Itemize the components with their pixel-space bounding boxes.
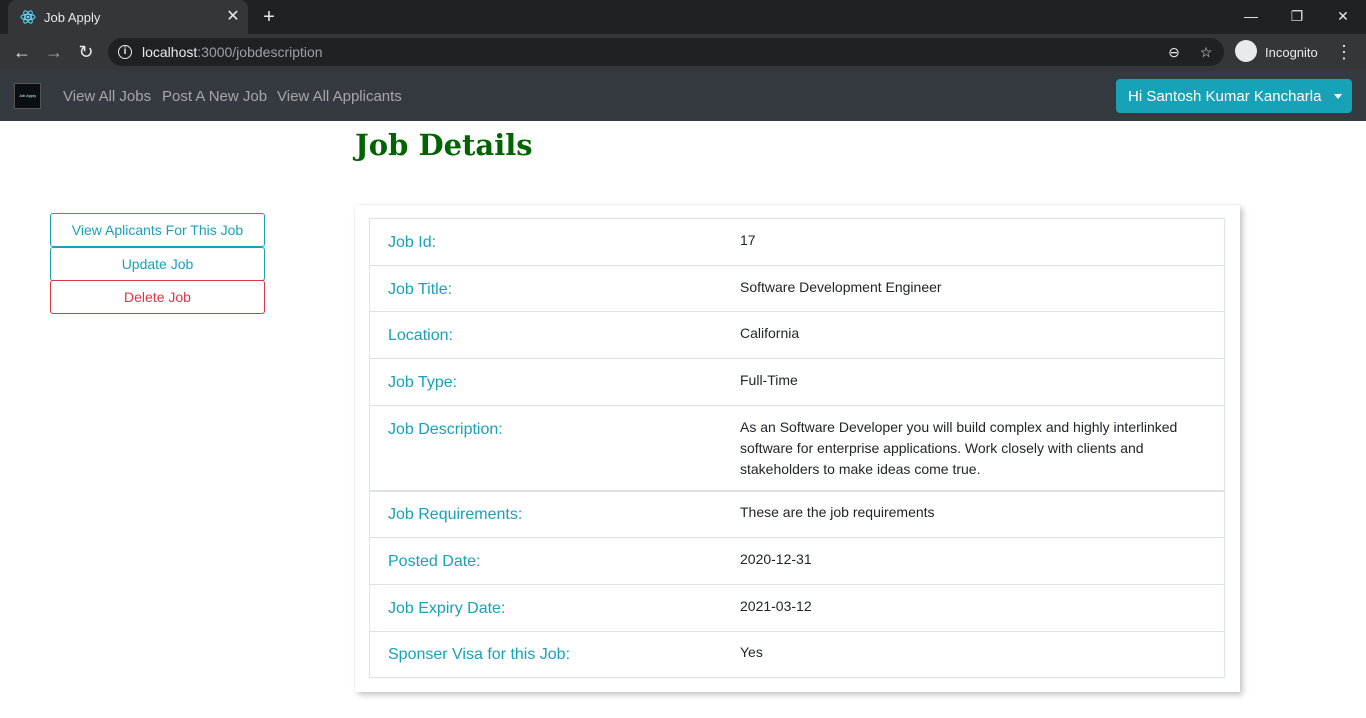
table-row: Location: California — [370, 312, 1224, 359]
row-value: California — [740, 325, 800, 341]
chevron-down-icon — [1334, 94, 1342, 99]
restore-icon[interactable]: ❐ — [1274, 0, 1320, 34]
nav-view-all-applicants[interactable]: View All Applicants — [277, 88, 402, 105]
address-bar[interactable]: i localhost:3000/jobdescription ⊖ ☆ — [108, 38, 1224, 66]
row-value: 17 — [740, 232, 756, 248]
table-row: Sponser Visa for this Job: Yes — [370, 632, 1224, 677]
table-row: Job Id: 17 — [370, 219, 1224, 266]
row-label: Location: — [388, 327, 453, 344]
delete-job-button[interactable]: Delete Job — [50, 280, 265, 314]
user-greeting: Hi Santosh Kumar Kancharla — [1128, 88, 1322, 105]
user-menu-button[interactable]: Hi Santosh Kumar Kancharla — [1116, 79, 1352, 113]
url-text[interactable]: localhost:3000/jobdescription — [142, 44, 323, 60]
job-details-card: Job Id: 17 Job Title: Software Developme… — [355, 205, 1240, 692]
incognito-icon — [1235, 40, 1257, 62]
site-info-icon[interactable]: i — [118, 45, 132, 59]
row-label: Job Requirements: — [388, 506, 523, 523]
row-value: 2021-03-12 — [740, 598, 812, 614]
forward-icon[interactable]: → — [42, 40, 66, 64]
page-title: Job Details — [355, 128, 533, 162]
view-applicants-button[interactable]: View Aplicants For This Job — [50, 213, 265, 247]
table-row: Job Title: Software Development Engineer — [370, 266, 1224, 312]
app-navbar: Job Apply View All Jobs Post A New Job V… — [0, 70, 1366, 121]
table-row: Job Requirements: These are the job requ… — [370, 492, 1224, 538]
row-value: As an Software Developer you will build … — [740, 419, 1178, 477]
row-label: Job Title: — [388, 281, 453, 298]
row-label: Job Type: — [388, 374, 458, 391]
browser-tab[interactable]: Job Apply ✕ — [8, 0, 248, 34]
row-value: These are the job requirements — [740, 504, 935, 520]
browser-tab-strip: Job Apply ✕ + — ❐ ✕ — [0, 0, 1366, 34]
nav-view-all-jobs[interactable]: View All Jobs — [63, 88, 151, 105]
react-icon — [20, 10, 36, 24]
bookmark-star-icon[interactable]: ☆ — [1196, 42, 1216, 62]
row-value: Full-Time — [740, 372, 798, 388]
row-value: Software Development Engineer — [740, 279, 942, 295]
brand-logo[interactable]: Job Apply — [14, 83, 41, 109]
table-row: Job Description: As an Software Develope… — [370, 406, 1224, 492]
table-row: Job Type: Full-Time — [370, 359, 1224, 406]
row-label: Job Expiry Date: — [388, 600, 506, 617]
zoom-icon[interactable]: ⊖ — [1164, 42, 1184, 62]
reload-icon[interactable]: ↻ — [74, 40, 98, 64]
table-row: Posted Date: 2020-12-31 — [370, 538, 1224, 585]
browser-menu-icon[interactable]: ⋮ — [1334, 40, 1354, 64]
nav-post-new-job[interactable]: Post A New Job — [162, 88, 267, 105]
job-details-table: Job Id: 17 Job Title: Software Developme… — [369, 218, 1225, 678]
row-label: Job Id: — [388, 234, 437, 251]
back-icon[interactable]: ← — [10, 40, 34, 64]
row-label: Posted Date: — [388, 553, 481, 570]
close-tab-icon[interactable]: ✕ — [224, 8, 242, 26]
row-value: Yes — [740, 644, 763, 660]
row-label: Job Description: — [388, 421, 503, 438]
close-window-icon[interactable]: ✕ — [1320, 0, 1366, 34]
new-tab-icon[interactable]: + — [258, 6, 280, 28]
table-row: Job Expiry Date: 2021-03-12 — [370, 585, 1224, 632]
row-value: 2020-12-31 — [740, 551, 812, 567]
tab-title: Job Apply — [44, 10, 101, 25]
browser-toolbar: ← → ↻ i localhost:3000/jobdescription ⊖ … — [0, 34, 1366, 70]
update-job-button[interactable]: Update Job — [50, 247, 265, 281]
minimize-icon[interactable]: — — [1228, 0, 1274, 34]
row-label: Sponser Visa for this Job: — [388, 646, 571, 663]
